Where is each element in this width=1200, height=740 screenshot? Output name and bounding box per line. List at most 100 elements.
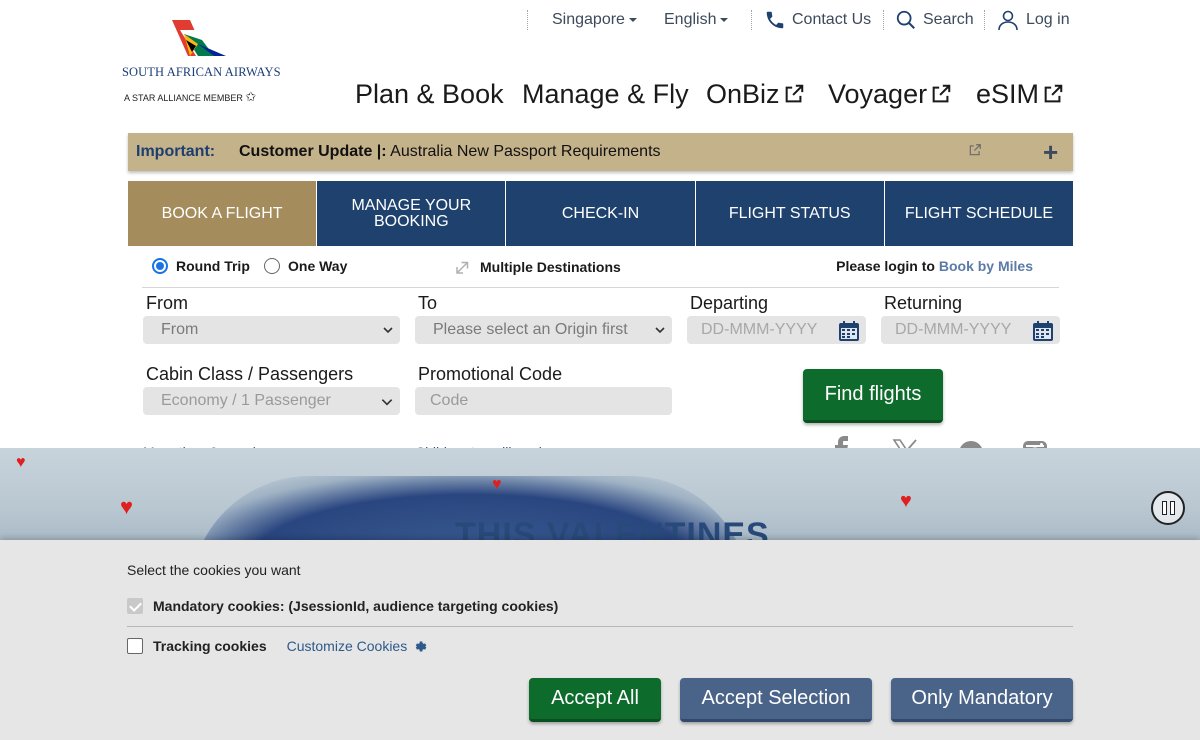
cabin-label: Cabin Class / Passengers	[146, 364, 354, 384]
departing-date-input[interactable]: DD-MMM-YYYY	[687, 316, 866, 344]
external-link-icon	[1044, 84, 1063, 103]
tab-check-in[interactable]: CHECK-IN	[506, 181, 696, 246]
alert-title[interactable]: Customer Update |: Australia New Passpor…	[239, 143, 661, 161]
heart-icon: ♥	[492, 476, 502, 493]
user-icon	[998, 10, 1018, 31]
one-way-radio[interactable]: One Way	[264, 258, 347, 274]
pause-carousel-button[interactable]	[1151, 491, 1185, 525]
tracking-checkbox[interactable]	[127, 638, 143, 654]
tab-flight-status[interactable]: FLIGHT STATUS	[695, 181, 885, 246]
cookie-consent-banner: Select the cookies you want Mandatory co…	[0, 540, 1200, 740]
divider	[142, 287, 1059, 288]
to-value: Please select an Origin first	[433, 321, 628, 338]
external-link-icon	[932, 84, 951, 103]
tracking-label: Tracking cookies	[153, 638, 267, 654]
login-note: Please login to Book by Miles	[836, 258, 1033, 274]
promo-code-input[interactable]: Code	[415, 387, 672, 415]
login-link[interactable]: Log in	[996, 8, 1070, 32]
nav-plan-book[interactable]: Plan & Book	[355, 78, 504, 110]
calendar-icon[interactable]	[838, 320, 860, 342]
contact-us-link[interactable]: Contact Us	[764, 8, 871, 32]
chevron-down-icon	[720, 17, 729, 22]
departing-placeholder: DD-MMM-YYYY	[701, 321, 818, 338]
multi-destination-icon	[456, 261, 469, 274]
chevron-down-icon	[628, 17, 637, 22]
heart-icon: ♥	[16, 454, 26, 471]
nav-voyager[interactable]: Voyager	[828, 78, 952, 110]
round-trip-label: Round Trip	[176, 258, 250, 274]
alert-title-text: Australia New Passport Requirements	[386, 143, 661, 160]
tab-book-a-flight[interactable]: BOOK A FLIGHT	[128, 181, 318, 246]
login-label: Log in	[1026, 11, 1070, 29]
from-select[interactable]: From	[143, 316, 400, 344]
nav-onbiz[interactable]: OnBiz	[706, 78, 805, 110]
search-label: Search	[923, 11, 974, 28]
nav-label: Plan & Book	[355, 79, 504, 109]
search-icon	[896, 10, 915, 29]
mandatory-cookies-row: Mandatory cookies: (JsessionId, audience…	[127, 598, 558, 614]
booking-tabs: BOOK A FLIGHT MANAGE YOUR BOOKING CHECK-…	[128, 181, 1074, 246]
divider	[127, 626, 1073, 627]
customize-label: Customize Cookies	[286, 638, 408, 654]
round-trip-radio[interactable]: Round Trip	[152, 258, 250, 274]
tab-flight-schedule[interactable]: FLIGHT SCHEDULE	[884, 181, 1074, 246]
radio-selected[interactable]	[152, 258, 168, 274]
find-flights-button[interactable]: Find flights	[803, 369, 943, 423]
returning-placeholder: DD-MMM-YYYY	[895, 321, 1012, 338]
valentines-hero-banner[interactable]: THIS VALENTINES ♥ ♥ ♥ ♥	[0, 448, 1200, 548]
important-alert-bar[interactable]: Important: Customer Update |: Australia …	[128, 133, 1073, 171]
language-selector[interactable]: English	[664, 8, 729, 32]
nav-manage-fly[interactable]: Manage & Fly	[522, 78, 689, 110]
heart-icon: ♥	[900, 490, 912, 512]
mandatory-checkbox	[127, 598, 143, 614]
to-select[interactable]: Please select an Origin first	[415, 316, 672, 344]
from-label: From	[146, 293, 188, 313]
heart-icon: ♥	[120, 494, 134, 519]
cabin-value: Economy / 1 Passenger	[161, 392, 331, 409]
to-label: To	[418, 293, 438, 313]
external-link-icon[interactable]	[968, 143, 982, 157]
customize-cookies-link[interactable]: Customize Cookies	[287, 638, 428, 654]
nav-esim[interactable]: eSIM	[976, 78, 1064, 110]
one-way-label: One Way	[288, 258, 348, 274]
book-by-miles-link[interactable]: Book by Miles	[939, 258, 1033, 274]
alert-title-bold: Customer Update |:	[239, 143, 387, 160]
returning-date-input[interactable]: DD-MMM-YYYY	[881, 316, 1060, 344]
contact-label: Contact Us	[792, 11, 872, 28]
from-value: From	[161, 321, 199, 338]
cookie-title: Select the cookies you want	[127, 562, 301, 578]
phone-icon	[766, 11, 784, 29]
main-navigation: Plan & Book Manage & Fly OnBiz Voyager e…	[0, 78, 1200, 110]
divider	[984, 10, 985, 30]
nav-label: Manage & Fly	[522, 79, 689, 109]
nav-label: OnBiz	[706, 79, 780, 109]
returning-label: Returning	[884, 293, 963, 313]
country-label: Singapore	[552, 11, 625, 28]
multiple-destinations-label: Multiple Destinations	[480, 259, 621, 275]
search-link[interactable]: Search	[895, 8, 974, 32]
radio-unselected[interactable]	[264, 258, 280, 274]
multiple-destinations-link[interactable]: Multiple Destinations	[454, 258, 621, 276]
expand-plus-icon[interactable]: +	[1043, 139, 1058, 165]
external-link-icon	[785, 84, 803, 103]
country-selector[interactable]: Singapore	[552, 8, 637, 32]
tracking-cookies-row: Tracking cookies Customize Cookies	[127, 638, 427, 654]
flag-tail-icon	[172, 20, 226, 56]
nav-label: eSIM	[976, 79, 1040, 109]
only-mandatory-button[interactable]: Only Mandatory	[891, 678, 1073, 722]
gear-icon	[415, 641, 427, 651]
calendar-icon[interactable]	[1032, 320, 1054, 342]
chevron-down-icon	[383, 327, 393, 334]
divider	[527, 10, 528, 30]
departing-label: Departing	[690, 293, 769, 313]
language-label: English	[664, 11, 717, 28]
accept-selection-button[interactable]: Accept Selection	[680, 678, 872, 722]
mandatory-label: Mandatory cookies: (JsessionId, audience…	[153, 598, 559, 614]
login-prefix: Please login to	[836, 258, 939, 274]
divider	[751, 10, 752, 30]
promo-placeholder: Code	[430, 392, 469, 409]
pause-icon	[1161, 501, 1167, 515]
accept-all-button[interactable]: Accept All	[529, 678, 661, 722]
cabin-passenger-select[interactable]: Economy / 1 Passenger	[143, 387, 400, 415]
tab-manage-booking[interactable]: MANAGE YOUR BOOKING	[317, 181, 507, 246]
